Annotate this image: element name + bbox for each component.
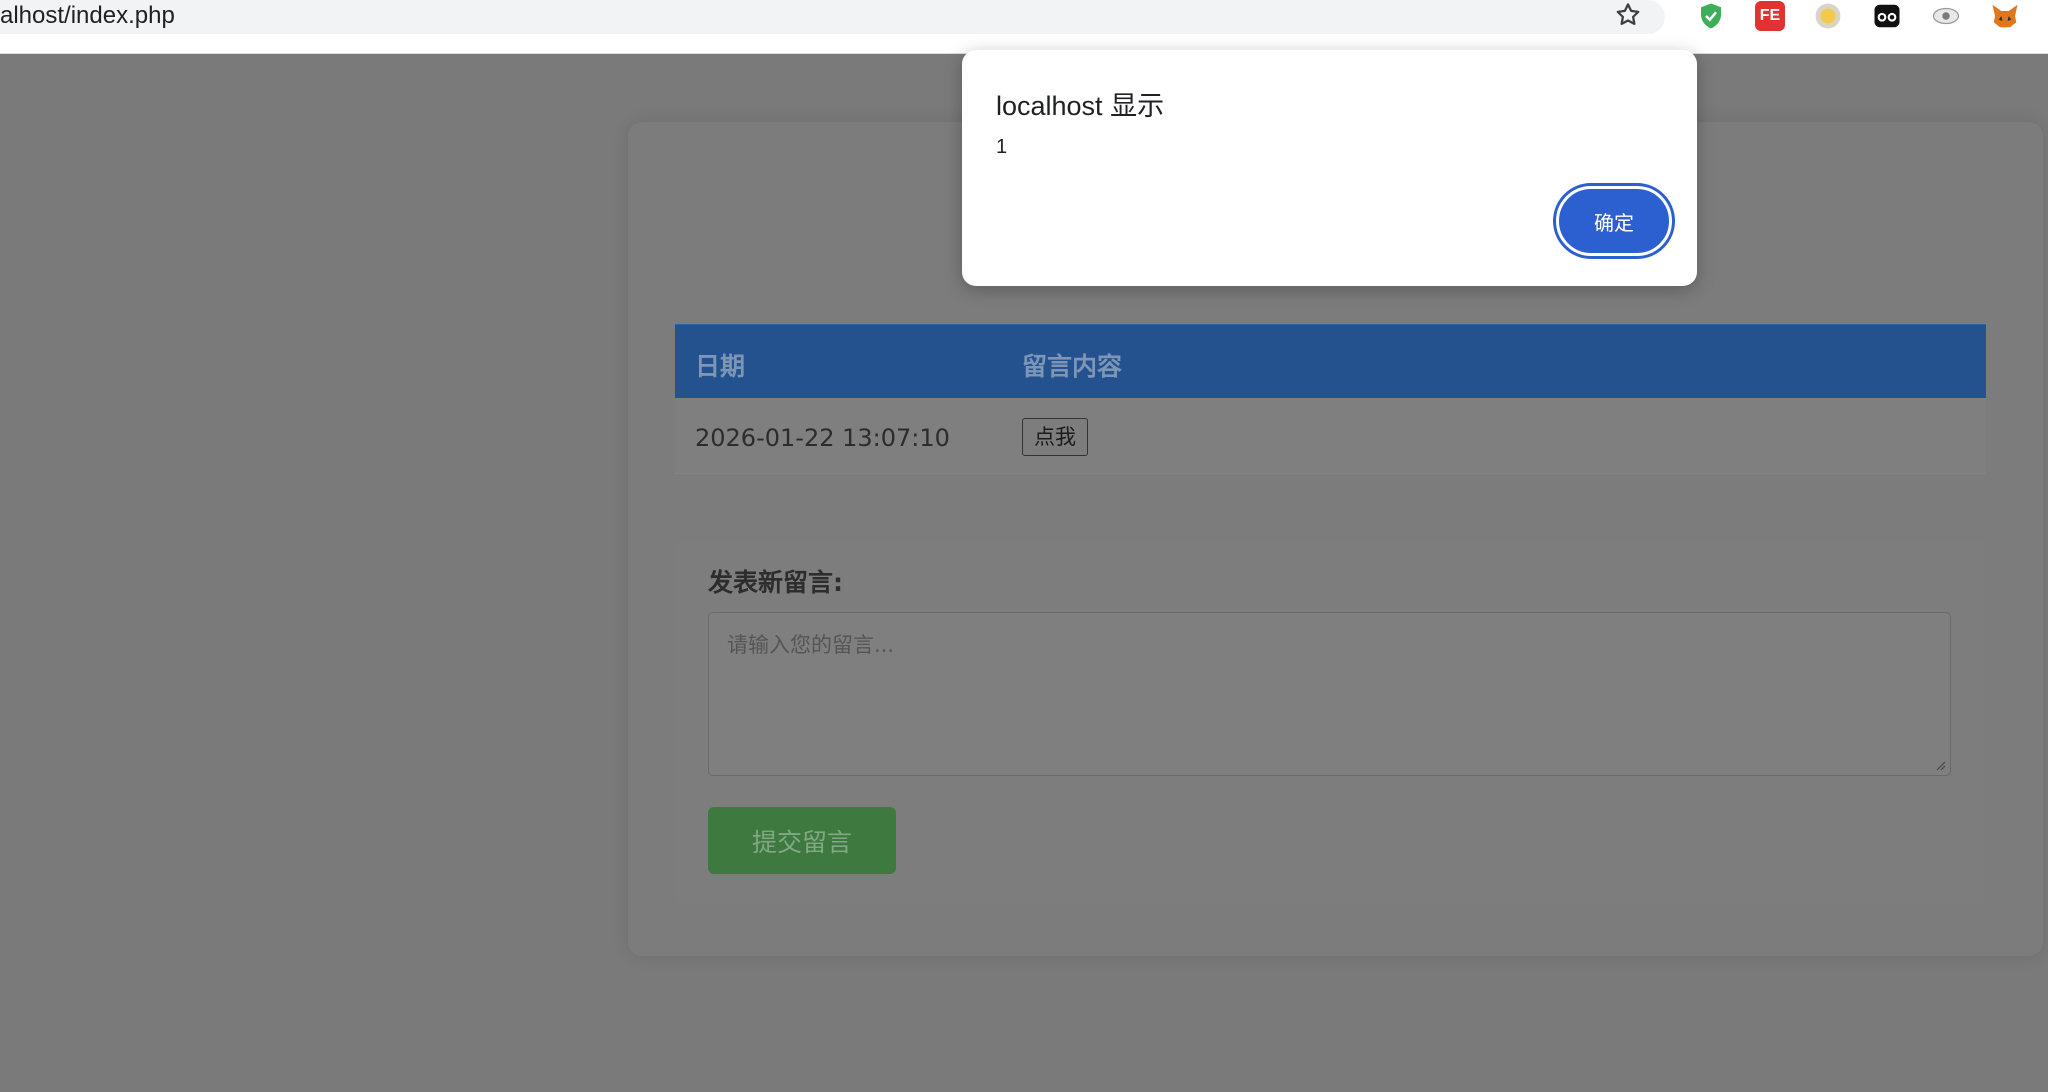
browser-toolbar: alhost/index.php FE	[0, 0, 2048, 54]
mask-extension-icon[interactable]	[1872, 1, 1902, 31]
circle-extension-icon[interactable]	[1813, 1, 1843, 31]
bookmark-star-icon[interactable]	[1613, 0, 1643, 30]
table-row: 2026-01-22 13:07:10 点我	[675, 398, 1986, 474]
new-message-form: 发表新留言: 请输入您的留言... 提交留言	[675, 540, 1986, 904]
form-label: 发表新留言:	[708, 568, 843, 597]
dialog-title: localhost 显示	[996, 91, 1165, 121]
table-header: 日期 留言内容	[675, 324, 1986, 398]
textarea-placeholder: 请输入您的留言...	[727, 633, 895, 657]
fe-helper-label: FE	[1759, 7, 1781, 24]
address-bar[interactable]: alhost/index.php	[0, 0, 1665, 34]
submit-message-button[interactable]: 提交留言	[708, 807, 896, 874]
message-textarea[interactable]: 请输入您的留言...	[708, 612, 1951, 776]
ok-button[interactable]: 确定	[1556, 186, 1672, 256]
fe-helper-icon[interactable]: FE	[1755, 1, 1785, 31]
dialog-message: 1	[996, 136, 1008, 158]
eye-extension-icon[interactable]	[1931, 1, 1961, 31]
column-header-date: 日期	[695, 352, 746, 381]
resize-handle-icon[interactable]	[1934, 759, 1946, 771]
alert-dialog: localhost 显示 1 确定	[962, 50, 1697, 286]
click-me-button[interactable]: 点我	[1022, 418, 1088, 456]
shield-check-icon[interactable]	[1696, 1, 1726, 31]
column-header-content: 留言内容	[1022, 352, 1123, 381]
row-date: 2026-01-22 13:07:10	[695, 424, 950, 452]
fox-extension-icon[interactable]	[1990, 1, 2020, 31]
url-text[interactable]: alhost/index.php	[0, 2, 175, 30]
